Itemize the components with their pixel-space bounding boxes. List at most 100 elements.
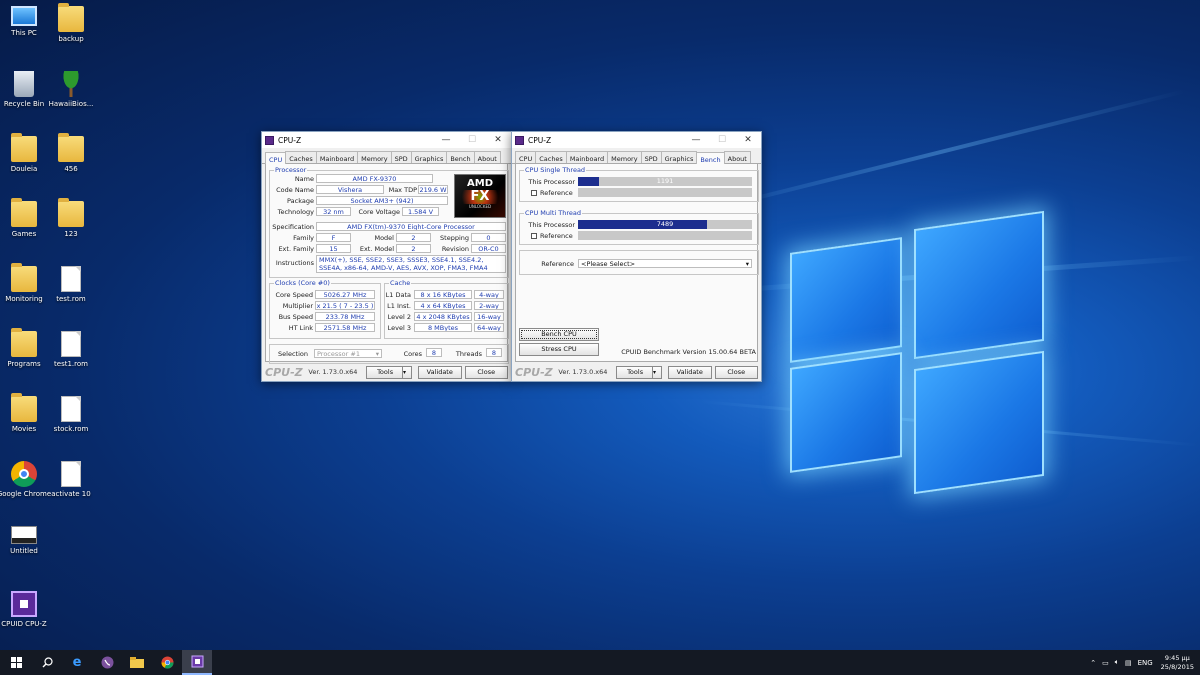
desktop-icon[interactable]: 123 (41, 198, 101, 239)
tab-spd[interactable]: SPD (640, 151, 662, 163)
tab-about[interactable]: About (473, 151, 501, 163)
tab-caches[interactable]: Caches (535, 151, 567, 163)
package-value: Socket AM3+ (942) (316, 196, 448, 205)
desktop-icon[interactable]: 456 (41, 133, 101, 174)
chrome-icon[interactable] (152, 650, 182, 675)
level2-way: 16-way (474, 312, 504, 321)
tab-graphics[interactable]: Graphics (410, 151, 448, 163)
busspeed-value: 233.78 MHz (315, 312, 375, 321)
stress-cpu-button[interactable]: Stress CPU (519, 343, 599, 356)
tab-mainboard[interactable]: Mainboard (565, 151, 609, 163)
action-center-icon[interactable]: ▤ (1125, 659, 1132, 667)
desktop-icon[interactable]: CPUID CPU-Z (0, 591, 54, 629)
multi-reference-checkbox[interactable] (531, 233, 537, 239)
tab-cpu[interactable]: CPU (515, 151, 537, 163)
group-title: Clocks (Core #0) (274, 279, 331, 287)
folder-icon (11, 263, 37, 292)
cpuz-logo: CPU-Z (515, 365, 553, 379)
validate-button[interactable]: Validate (668, 365, 712, 379)
clock[interactable]: 9:45 μμ 25/8/2015 (1161, 654, 1194, 672)
tab-bench[interactable]: Bench (696, 152, 725, 164)
folder-icon (11, 198, 37, 227)
single-this-label: This Processor (528, 178, 575, 186)
folder-icon (11, 393, 37, 422)
desktop-icon[interactable]: activate 10 (41, 461, 101, 499)
tab-cpu[interactable]: CPU (265, 152, 287, 164)
app-icon (11, 526, 37, 544)
title-bar[interactable]: CPU-Z — ☐ ✕ (512, 132, 761, 148)
desktop-icon[interactable]: backup (41, 3, 101, 44)
threads-value: 8 (486, 348, 502, 357)
tab-bench[interactable]: Bench (446, 151, 475, 163)
single-reference-checkbox[interactable] (531, 190, 537, 196)
close-button[interactable]: Close (464, 365, 508, 379)
desktop-icon[interactable]: test.rom (41, 266, 101, 304)
l1inst-way: 2-way (474, 301, 504, 310)
tab-about[interactable]: About (723, 151, 751, 163)
amd-fx-logo: AMD FX UNLOCKED (454, 174, 506, 218)
network-icon[interactable]: ▭ (1102, 659, 1109, 667)
maximize-icon[interactable]: ☐ (459, 135, 485, 145)
title-bar[interactable]: CPU-Z — ☐ ✕ (262, 132, 511, 148)
technology-value: 32 nm (316, 207, 351, 216)
close-button[interactable]: Close (714, 365, 758, 379)
desktop-icon[interactable]: Untitled (0, 526, 54, 556)
technology-label: Technology (277, 208, 314, 216)
taskbar: e ⌃ ▭ 🔈︎ ▤ ENG 9:45 μμ 25/8/2015 (0, 650, 1200, 675)
spec-label: Specification (272, 223, 314, 231)
level3-value: 8 MBytes (414, 323, 472, 332)
family-label: Family (293, 234, 314, 242)
tab-graphics[interactable]: Graphics (660, 151, 698, 163)
maximize-icon[interactable]: ☐ (709, 135, 735, 145)
minimize-icon[interactable]: — (683, 135, 709, 145)
level2-label: Level 2 (387, 313, 411, 321)
l1data-way: 4-way (474, 290, 504, 299)
bench-cpu-button[interactable]: Bench CPU (519, 328, 599, 341)
tab-memory[interactable]: Memory (357, 151, 392, 163)
tab-spd[interactable]: SPD (390, 151, 412, 163)
file-icon (61, 331, 81, 357)
reference-dropdown[interactable]: <Please Select> ▾ (578, 259, 752, 268)
desktop-icon[interactable]: test1.rom (41, 331, 101, 369)
volume-icon[interactable]: 🔈︎ (1115, 658, 1119, 667)
file-explorer-icon[interactable] (122, 650, 152, 675)
desktop-icon-label: activate 10 (51, 490, 91, 498)
cpuz-taskbar-icon[interactable] (182, 650, 212, 675)
folder-icon (11, 133, 37, 162)
multi-thread-bar: 7489 (578, 220, 752, 229)
cpuz-icon (11, 591, 37, 617)
benchmark-version: CPUID Benchmark Version 15.00.64 BETA (621, 348, 756, 356)
edge-browser-icon[interactable]: e (62, 650, 92, 675)
group-title: Processor (274, 166, 308, 174)
cpuz-window-cpu[interactable]: CPU-Z — ☐ ✕ CPU Caches Mainboard Memory SPD G… (261, 131, 512, 382)
validate-button[interactable]: Validate (418, 365, 462, 379)
input-language[interactable]: ENG (1138, 659, 1153, 667)
close-icon[interactable]: ✕ (735, 135, 761, 145)
cpuz-window-bench[interactable]: CPU-Z — ☐ ✕ CPU Caches Mainboard Memory SPD G… (511, 131, 762, 382)
search-icon[interactable] (32, 650, 62, 675)
minimize-icon[interactable]: — (433, 135, 459, 145)
start-windows-icon[interactable] (0, 650, 32, 675)
corevoltage-label: Core Voltage (358, 208, 401, 216)
tools-button[interactable]: Tools ▾ (616, 365, 663, 379)
desktop-icon[interactable]: stock.rom (41, 396, 101, 434)
level3-way: 64-way (474, 323, 504, 332)
multi-this-label: This Processor (528, 221, 575, 229)
desktop-icon-label: 123 (64, 230, 78, 238)
cores-label: Cores (403, 350, 422, 358)
tools-button[interactable]: Tools ▾ (366, 365, 413, 379)
level3-label: Level 3 (387, 324, 411, 332)
l1inst-value: 4 x 64 KBytes (414, 301, 472, 310)
htlink-label: HT Link (288, 324, 313, 332)
tab-mainboard[interactable]: Mainboard (315, 151, 359, 163)
viber-icon[interactable] (92, 650, 122, 675)
desktop-icon-label: stock.rom (53, 425, 89, 433)
selection-dropdown[interactable]: Processor #1 ▾ (314, 349, 382, 358)
windows-logo (790, 200, 1050, 495)
version-text: Ver. 1.73.0.x64 (308, 368, 358, 376)
tab-memory[interactable]: Memory (607, 151, 642, 163)
chevron-up-icon[interactable]: ⌃ (1090, 659, 1096, 667)
close-icon[interactable]: ✕ (485, 135, 511, 145)
tab-caches[interactable]: Caches (285, 151, 317, 163)
desktop-icon[interactable]: HawaiiBios... (41, 71, 101, 109)
